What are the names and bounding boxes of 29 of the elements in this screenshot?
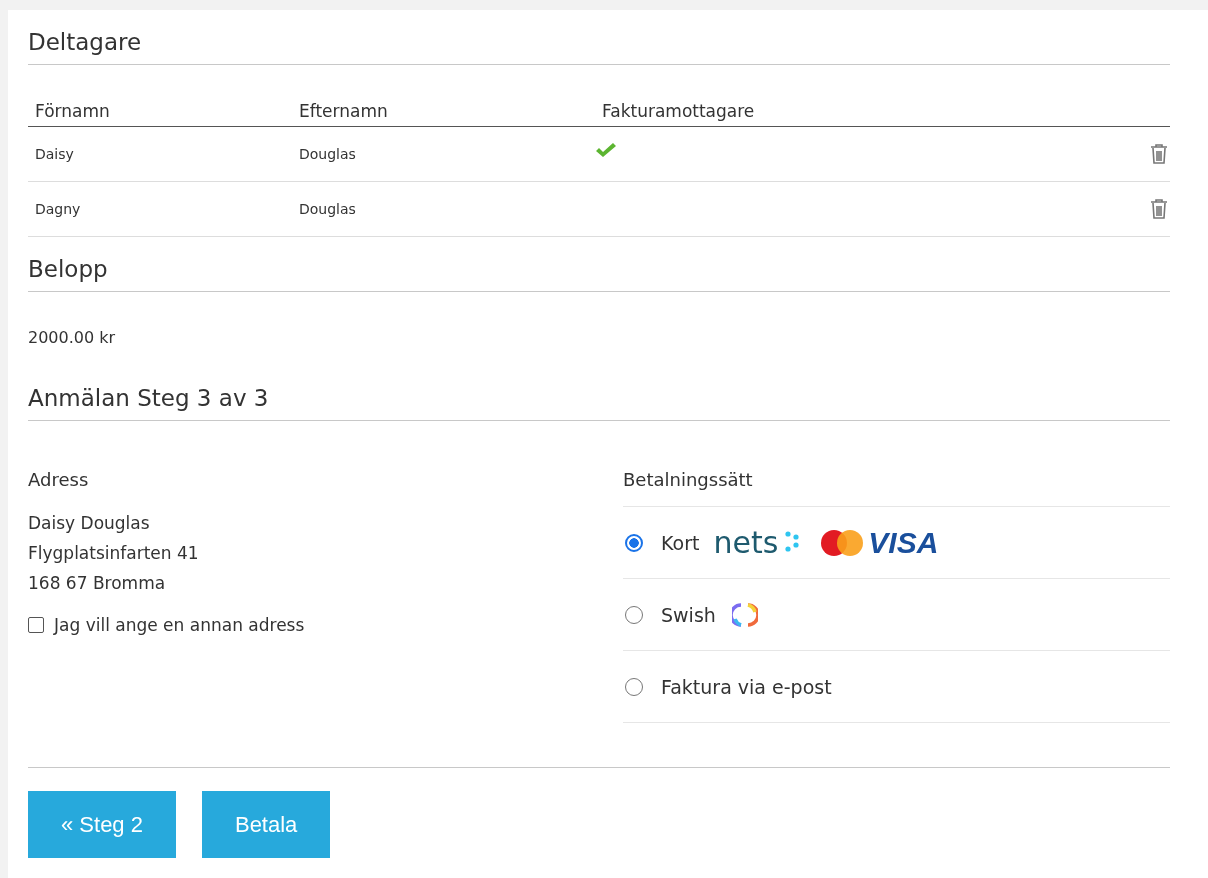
table-cell-text: Daisy [34,146,75,162]
address-line: 168 67 Bromma [28,572,167,595]
checkbox-label: Jag vill ange en annan adress [54,615,305,635]
option-label[interactable]: Swish [661,603,716,626]
table-cell-text: Douglas [298,201,357,217]
section-heading: Anmälan Steg 3 av 3 [28,384,270,412]
table-cell-text: Dagny [34,201,82,217]
address-heading: Adress [28,469,90,490]
column-header: Fakturamottagare [601,101,756,121]
card-circles-icon [820,528,865,557]
address-line: Flygplatsinfarten 41 [28,542,200,565]
option-label[interactable]: Faktura via e-post [661,675,832,698]
dots-icon [784,530,801,555]
table-cell-text: Douglas [298,146,357,162]
radio-button[interactable] [625,533,643,552]
section-heading: Deltagare [28,28,143,56]
ring-icon [731,601,758,628]
option-label[interactable]: Kort [661,531,700,554]
trash-icon[interactable] [1150,143,1168,165]
trash-icon[interactable] [1150,198,1168,220]
payment-heading: Betalningssätt [623,469,1170,507]
visa-logo: VISA [868,525,939,560]
checkbox[interactable] [28,617,44,633]
amount-text: 2000.00 kr [28,328,117,347]
address-line: Daisy Douglas [28,512,151,535]
nets-logo: nets [713,525,779,560]
column-header: Förnamn [34,101,111,121]
column-header: Efternamn [298,101,389,121]
section-heading: Belopp [28,255,109,283]
